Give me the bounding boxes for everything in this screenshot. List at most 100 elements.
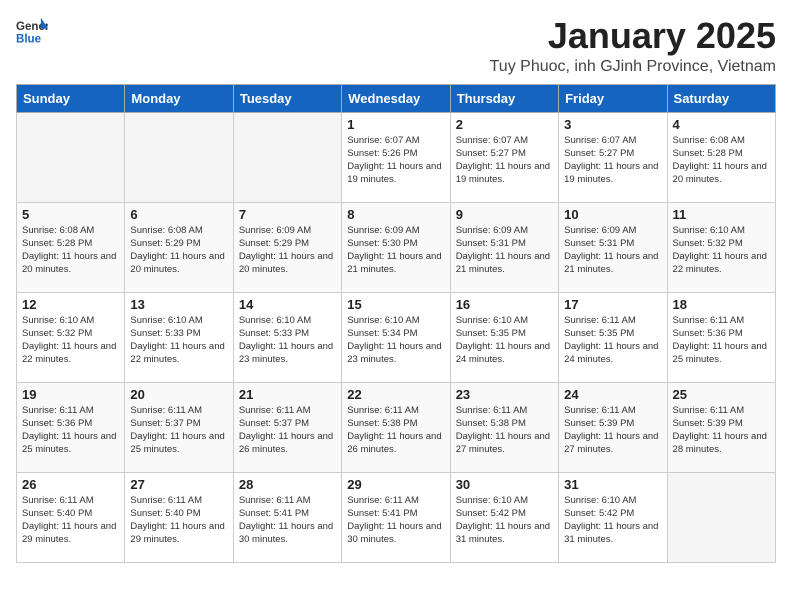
day-number: 29 (347, 477, 444, 492)
day-number: 8 (347, 207, 444, 222)
weekday-header-row: SundayMondayTuesdayWednesdayThursdayFrid… (17, 84, 776, 112)
day-info: Sunrise: 6:11 AMSunset: 5:41 PMDaylight:… (347, 494, 444, 547)
day-info: Sunrise: 6:11 AMSunset: 5:40 PMDaylight:… (130, 494, 227, 547)
week-row-4: 19 Sunrise: 6:11 AMSunset: 5:36 PMDayligh… (17, 382, 776, 472)
calendar-cell (17, 112, 125, 202)
day-number: 2 (456, 117, 553, 132)
calendar-cell: 18Sunrise: 6:11 AMSunset: 5:36 PMDayligh… (667, 292, 775, 382)
calendar-cell: 28 Sunrise: 6:11 AMSunset: 5:41 PMDayligh… (233, 472, 341, 562)
calendar-cell: 29 Sunrise: 6:11 AMSunset: 5:41 PMDayligh… (342, 472, 450, 562)
calendar-cell (233, 112, 341, 202)
day-number: 31 (564, 477, 661, 492)
day-info: Sunrise: 6:10 AMSunset: 5:32 PMDaylight:… (22, 314, 119, 367)
logo-icon: General Blue (16, 16, 48, 48)
day-number: 3 (564, 117, 661, 132)
calendar-cell: 12 Sunrise: 6:10 AMSunset: 5:32 PMDayligh… (17, 292, 125, 382)
calendar-cell: 7 Sunrise: 6:09 AMSunset: 5:29 PMDaylight… (233, 202, 341, 292)
weekday-header-saturday: Saturday (667, 84, 775, 112)
day-info: Sunrise: 6:10 AMSunset: 5:42 PMDaylight:… (456, 494, 553, 547)
day-info: Sunrise: 6:10 AMSunset: 5:35 PMDaylight:… (456, 314, 553, 367)
calendar-cell: 3 Sunrise: 6:07 AMSunset: 5:27 PMDaylight… (559, 112, 667, 202)
day-number: 14 (239, 297, 336, 312)
day-info: Sunrise: 6:11 AMSunset: 5:38 PMDaylight:… (347, 404, 444, 457)
header: General Blue January 2025 Tuy Phuoc, inh… (16, 16, 776, 76)
day-info: Sunrise: 6:11 AMSunset: 5:37 PMDaylight:… (130, 404, 227, 457)
day-info: Sunrise: 6:09 AMSunset: 5:29 PMDaylight:… (239, 224, 336, 277)
weekday-header-tuesday: Tuesday (233, 84, 341, 112)
day-info: Sunrise: 6:10 AMSunset: 5:33 PMDaylight:… (130, 314, 227, 367)
day-number: 12 (22, 297, 119, 312)
day-number: 20 (130, 387, 227, 402)
weekday-header-monday: Monday (125, 84, 233, 112)
weekday-header-thursday: Thursday (450, 84, 558, 112)
day-info: Sunrise: 6:07 AMSunset: 5:27 PMDaylight:… (456, 134, 553, 187)
calendar-cell (125, 112, 233, 202)
day-info: Sunrise: 6:09 AMSunset: 5:30 PMDaylight:… (347, 224, 444, 277)
day-info: Sunrise: 6:11 AMSunset: 5:35 PMDaylight:… (564, 314, 661, 367)
calendar-cell: 16 Sunrise: 6:10 AMSunset: 5:35 PMDayligh… (450, 292, 558, 382)
day-number: 5 (22, 207, 119, 222)
day-number: 6 (130, 207, 227, 222)
day-number: 7 (239, 207, 336, 222)
calendar-cell: 13 Sunrise: 6:10 AMSunset: 5:33 PMDayligh… (125, 292, 233, 382)
day-number: 9 (456, 207, 553, 222)
calendar-cell: 31 Sunrise: 6:10 AMSunset: 5:42 PMDayligh… (559, 472, 667, 562)
day-info: Sunrise: 6:10 AMSunset: 5:42 PMDaylight:… (564, 494, 661, 547)
day-number: 13 (130, 297, 227, 312)
calendar-cell: 14 Sunrise: 6:10 AMSunset: 5:33 PMDayligh… (233, 292, 341, 382)
calendar-cell: 19 Sunrise: 6:11 AMSunset: 5:36 PMDayligh… (17, 382, 125, 472)
calendar-cell: 9 Sunrise: 6:09 AMSunset: 5:31 PMDaylight… (450, 202, 558, 292)
day-number: 23 (456, 387, 553, 402)
day-info: Sunrise: 6:10 AMSunset: 5:34 PMDaylight:… (347, 314, 444, 367)
week-row-5: 26 Sunrise: 6:11 AMSunset: 5:40 PMDayligh… (17, 472, 776, 562)
day-info: Sunrise: 6:11 AMSunset: 5:40 PMDaylight:… (22, 494, 119, 547)
day-number: 21 (239, 387, 336, 402)
calendar-cell: 25 Sunrise: 6:11 AMSunset: 5:39 PMDayligh… (667, 382, 775, 472)
calendar-cell: 22 Sunrise: 6:11 AMSunset: 5:38 PMDayligh… (342, 382, 450, 472)
calendar-cell: 20 Sunrise: 6:11 AMSunset: 5:37 PMDayligh… (125, 382, 233, 472)
day-info: Sunrise: 6:10 AMSunset: 5:33 PMDaylight:… (239, 314, 336, 367)
day-number: 4 (673, 117, 770, 132)
day-number: 11 (673, 207, 770, 222)
calendar-cell: 6Sunrise: 6:08 AMSunset: 5:29 PMDaylight… (125, 202, 233, 292)
day-number: 25 (673, 387, 770, 402)
calendar-cell: 26 Sunrise: 6:11 AMSunset: 5:40 PMDayligh… (17, 472, 125, 562)
calendar-cell: 10Sunrise: 6:09 AMSunset: 5:31 PMDayligh… (559, 202, 667, 292)
title-area: January 2025 Tuy Phuoc, inh GJinh Provin… (490, 16, 776, 76)
day-info: Sunrise: 6:11 AMSunset: 5:39 PMDaylight:… (564, 404, 661, 457)
day-number: 30 (456, 477, 553, 492)
weekday-header-friday: Friday (559, 84, 667, 112)
day-number: 1 (347, 117, 444, 132)
weekday-header-wednesday: Wednesday (342, 84, 450, 112)
day-number: 22 (347, 387, 444, 402)
calendar-title: January 2025 (490, 16, 776, 56)
day-info: Sunrise: 6:08 AMSunset: 5:28 PMDaylight:… (22, 224, 119, 277)
day-info: Sunrise: 6:11 AMSunset: 5:37 PMDaylight:… (239, 404, 336, 457)
day-info: Sunrise: 6:11 AMSunset: 5:41 PMDaylight:… (239, 494, 336, 547)
calendar-cell: 15Sunrise: 6:10 AMSunset: 5:34 PMDayligh… (342, 292, 450, 382)
calendar-cell: 2 Sunrise: 6:07 AMSunset: 5:27 PMDaylight… (450, 112, 558, 202)
calendar-cell: 1 Sunrise: 6:07 AMSunset: 5:26 PMDaylight… (342, 112, 450, 202)
day-info: Sunrise: 6:07 AMSunset: 5:27 PMDaylight:… (564, 134, 661, 187)
day-number: 16 (456, 297, 553, 312)
calendar-table: SundayMondayTuesdayWednesdayThursdayFrid… (16, 84, 776, 563)
day-info: Sunrise: 6:07 AMSunset: 5:26 PMDaylight:… (347, 134, 444, 187)
day-number: 18 (673, 297, 770, 312)
day-info: Sunrise: 6:08 AMSunset: 5:28 PMDaylight:… (673, 134, 770, 187)
calendar-cell: 5 Sunrise: 6:08 AMSunset: 5:28 PMDaylight… (17, 202, 125, 292)
calendar-cell: 21 Sunrise: 6:11 AMSunset: 5:37 PMDayligh… (233, 382, 341, 472)
day-number: 19 (22, 387, 119, 402)
day-info: Sunrise: 6:11 AMSunset: 5:39 PMDaylight:… (673, 404, 770, 457)
calendar-cell (667, 472, 775, 562)
day-number: 27 (130, 477, 227, 492)
day-number: 28 (239, 477, 336, 492)
week-row-2: 5 Sunrise: 6:08 AMSunset: 5:28 PMDaylight… (17, 202, 776, 292)
calendar-cell: 8 Sunrise: 6:09 AMSunset: 5:30 PMDaylight… (342, 202, 450, 292)
calendar-cell: 23Sunrise: 6:11 AMSunset: 5:38 PMDayligh… (450, 382, 558, 472)
day-info: Sunrise: 6:09 AMSunset: 5:31 PMDaylight:… (456, 224, 553, 277)
day-number: 10 (564, 207, 661, 222)
day-info: Sunrise: 6:11 AMSunset: 5:36 PMDaylight:… (22, 404, 119, 457)
day-number: 17 (564, 297, 661, 312)
day-number: 26 (22, 477, 119, 492)
week-row-3: 12 Sunrise: 6:10 AMSunset: 5:32 PMDayligh… (17, 292, 776, 382)
